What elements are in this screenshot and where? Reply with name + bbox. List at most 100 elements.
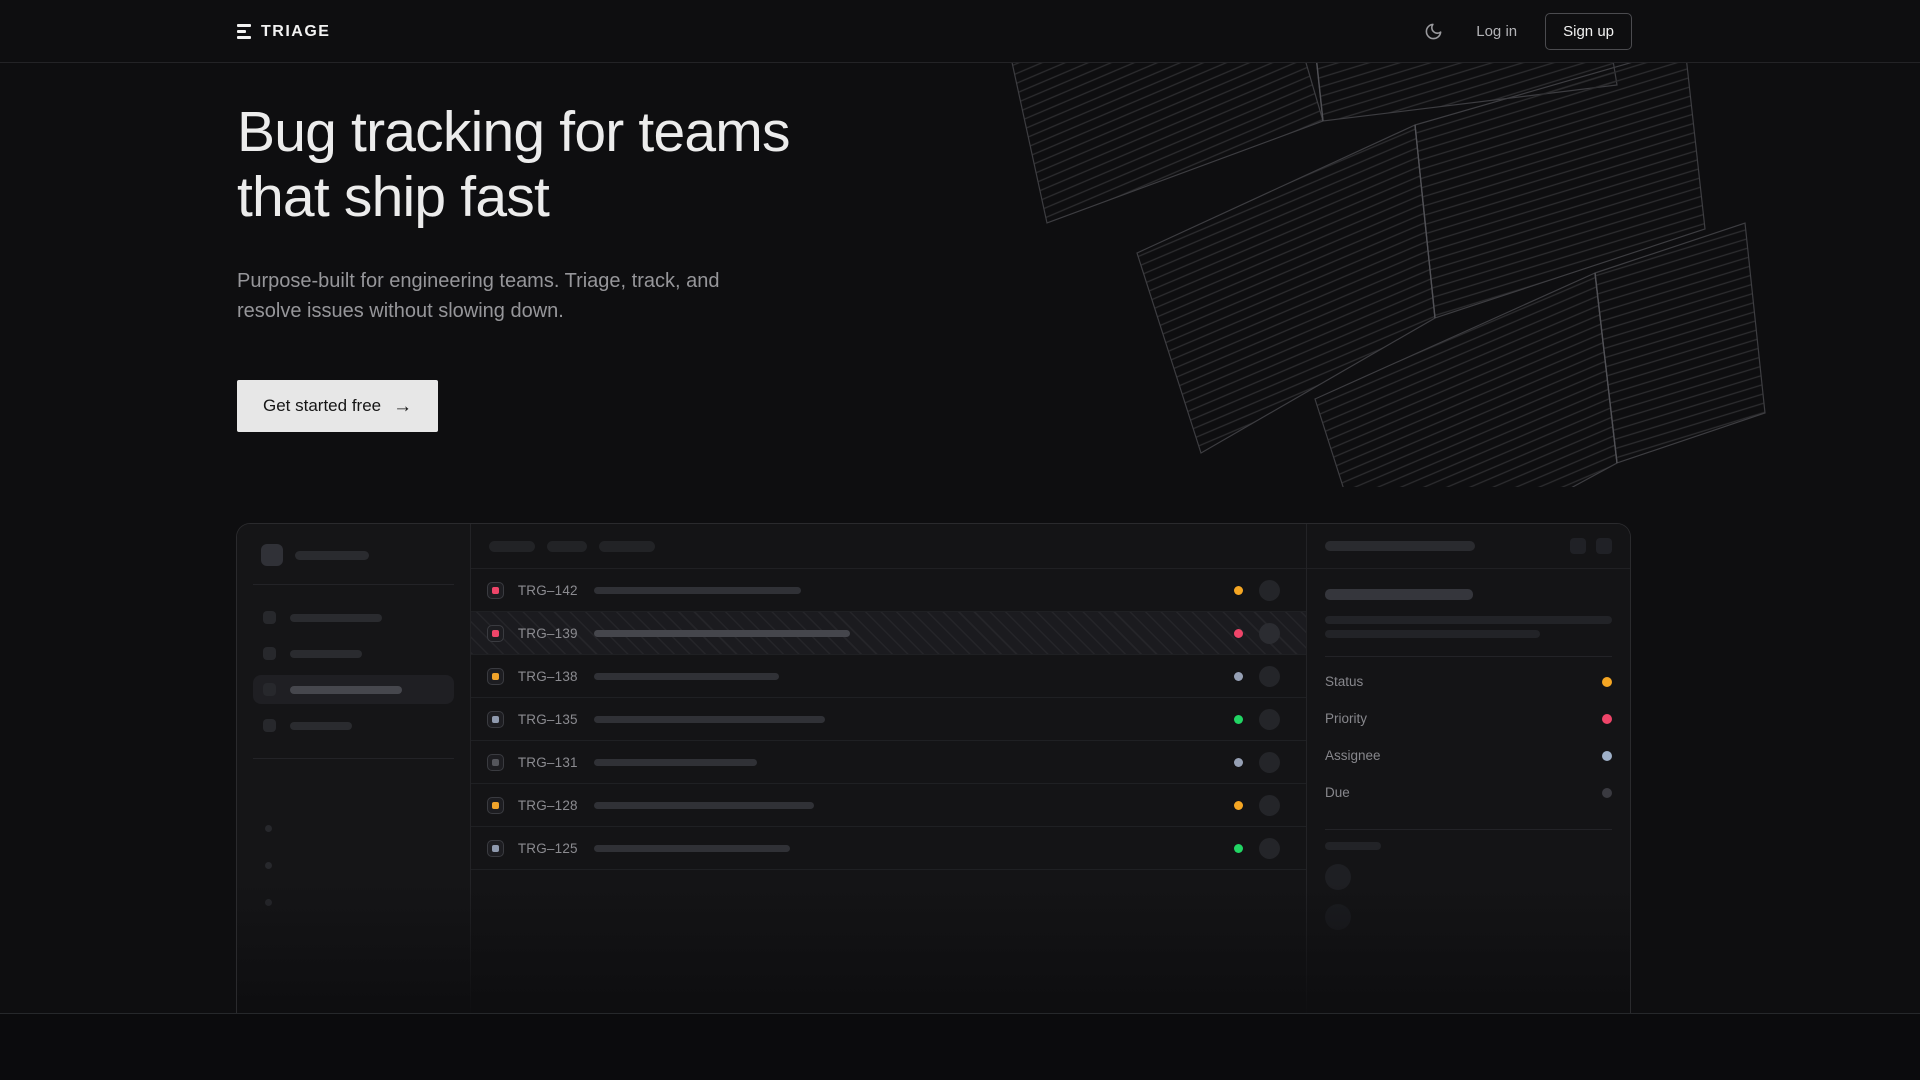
sidebar-item-label-skeleton [290, 722, 352, 730]
title-line-1: Bug tracking for teams [237, 100, 790, 164]
issue-type-icon [487, 668, 504, 685]
issue-id: TRG–139 [518, 626, 594, 641]
issue-row[interactable]: TRG–128 [471, 784, 1306, 827]
hero-section: Bug tracking for teams that ship fast Pu… [237, 100, 790, 432]
divider [253, 758, 454, 759]
detail-field-status[interactable]: Status [1325, 663, 1612, 700]
issue-status-dot [1234, 629, 1243, 638]
issue-title-skeleton [594, 759, 757, 766]
issue-title-skeleton [594, 802, 814, 809]
sidebar-dot-skeleton [265, 862, 272, 869]
issue-title-skeleton [594, 845, 790, 852]
activity-avatar-skeleton [1325, 864, 1351, 890]
issue-avatar [1259, 752, 1280, 773]
login-link[interactable]: Log in [1476, 23, 1517, 40]
nav-actions: Log in Sign up [1418, 0, 1632, 63]
sidebar-item-label-skeleton [290, 650, 362, 658]
mockup-logo-bar-skeleton [295, 551, 369, 560]
sidebar-item[interactable] [253, 639, 454, 668]
issue-type-icon [487, 754, 504, 771]
sidebar-item-icon-skeleton [263, 611, 276, 624]
mockup-logo-skeleton [261, 544, 283, 566]
panel-action-icon[interactable] [1596, 538, 1612, 554]
field-label: Assignee [1325, 748, 1381, 763]
sidebar-dot-skeleton [265, 899, 272, 906]
detail-header-actions [1570, 538, 1612, 554]
issue-id: TRG–138 [518, 669, 594, 684]
detail-activity-label-skeleton [1325, 842, 1381, 850]
issue-id: TRG–128 [518, 798, 594, 813]
detail-field-due[interactable]: Due [1325, 774, 1612, 811]
app-mockup-card: TRG–142 TRG–139 TRG–138 TRG–135 TRG–131 TRG–1… [236, 523, 1631, 1013]
detail-field-priority[interactable]: Priority [1325, 700, 1612, 737]
issue-status-dot [1234, 715, 1243, 724]
issue-title-skeleton [594, 716, 825, 723]
issue-rows: TRG–142 TRG–139 TRG–138 TRG–135 TRG–131 TRG–1… [471, 569, 1306, 870]
issue-type-icon [487, 797, 504, 814]
panel-action-icon[interactable] [1570, 538, 1586, 554]
issue-id: TRG–125 [518, 841, 594, 856]
moon-icon[interactable] [1418, 17, 1448, 47]
mockup-list-toolbar [471, 524, 1306, 569]
sidebar-item-active[interactable] [253, 675, 454, 704]
issue-row[interactable]: TRG–125 [471, 827, 1306, 870]
field-label: Due [1325, 785, 1350, 800]
brand[interactable]: TRIAGE [237, 0, 330, 63]
issue-avatar [1259, 838, 1280, 859]
issue-title-skeleton [594, 630, 850, 637]
issue-type-icon [487, 840, 504, 857]
signup-button[interactable]: Sign up [1545, 13, 1632, 50]
issue-type-icon [487, 625, 504, 642]
top-navigation: TRIAGE Log in Sign up [0, 0, 1920, 63]
issue-status-dot [1234, 844, 1243, 853]
mockup-detail-panel: StatusPriority Assignee Due [1307, 524, 1630, 1013]
get-started-button[interactable]: Get started free → [237, 380, 438, 432]
issue-row[interactable]: TRG–138 [471, 655, 1306, 698]
sidebar-dot-skeleton [265, 825, 272, 832]
issue-status-dot [1234, 801, 1243, 810]
mockup-issue-list: TRG–142 TRG–139 TRG–138 TRG–135 TRG–131 TRG–1… [471, 524, 1307, 1013]
sidebar-item-label-skeleton [290, 686, 402, 694]
filter-pill-skeleton[interactable] [599, 541, 655, 552]
mockup-sidebar-nav [253, 603, 454, 740]
issue-row[interactable]: TRG–131 [471, 741, 1306, 784]
mockup-sidebar-logo [261, 544, 454, 566]
issue-type-icon [487, 582, 504, 599]
issue-title-skeleton [594, 587, 801, 594]
arrow-right-icon: → [393, 397, 412, 416]
issue-avatar [1259, 580, 1280, 601]
detail-field-assignee[interactable]: Assignee [1325, 737, 1612, 774]
title-line-2: that ship fast [237, 165, 549, 229]
issue-row-selected[interactable]: TRG–139 [471, 612, 1306, 655]
sidebar-item[interactable] [253, 603, 454, 632]
issue-id: TRG–131 [518, 755, 594, 770]
wireframe-decoration [985, 63, 1775, 487]
subtitle-line-1: Purpose-built for engineering teams. Tri… [237, 270, 719, 292]
issue-status-dot [1234, 758, 1243, 767]
footer-section [0, 1013, 1920, 1080]
divider [1325, 829, 1612, 830]
triage-logo-icon [237, 24, 251, 39]
detail-desc-skeleton [1325, 630, 1540, 638]
mockup-sidebar [237, 524, 471, 1013]
sidebar-item[interactable] [253, 711, 454, 740]
detail-desc-skeleton [1325, 616, 1612, 624]
detail-panel-header [1307, 524, 1630, 569]
issue-avatar [1259, 795, 1280, 816]
filter-pill-skeleton[interactable] [489, 541, 535, 552]
issue-status-dot [1234, 672, 1243, 681]
field-value-dot [1602, 677, 1612, 687]
activity-avatar-skeleton [1325, 904, 1351, 930]
field-value-dot [1602, 714, 1612, 724]
field-value-dot [1602, 788, 1612, 798]
sidebar-item-icon-skeleton [263, 719, 276, 732]
detail-title-skeleton [1325, 589, 1473, 600]
issue-id: TRG–142 [518, 583, 594, 598]
issue-row[interactable]: TRG–135 [471, 698, 1306, 741]
issue-avatar [1259, 709, 1280, 730]
detail-fields: StatusPriority Assignee Due [1325, 663, 1612, 811]
subtitle-line-2: resolve issues without slowing down. [237, 300, 564, 322]
filter-pill-skeleton[interactable] [547, 541, 587, 552]
cta-label: Get started free [263, 396, 381, 416]
issue-row[interactable]: TRG–142 [471, 569, 1306, 612]
